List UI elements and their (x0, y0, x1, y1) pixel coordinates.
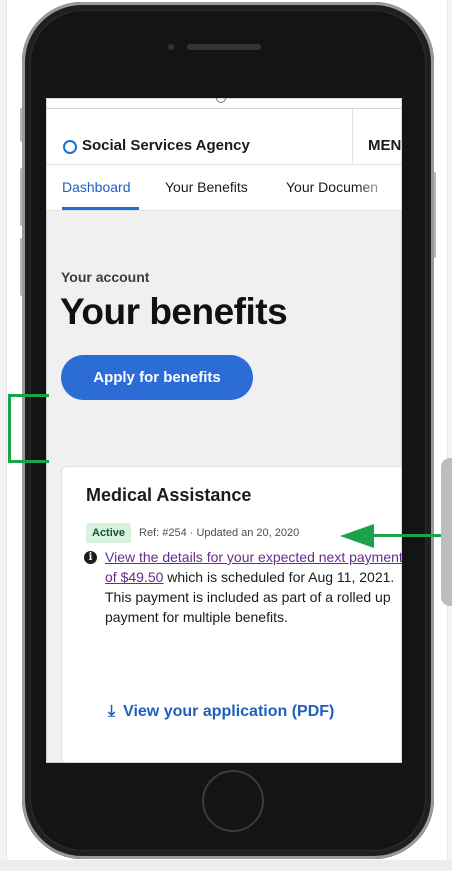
page-eyebrow: Your account (61, 269, 150, 285)
scrolled-header-sliver (46, 98, 402, 109)
front-camera (168, 44, 174, 50)
home-button[interactable] (202, 770, 264, 832)
benefit-meta: Ref: #254 · Updated an 20, 2020 (139, 527, 300, 539)
circle-logo-icon (63, 140, 77, 154)
main-content: Your account Your benefits Apply for ben… (46, 211, 402, 763)
download-icon: ⤓ (108, 703, 116, 720)
phone-screen: Social Services Agency MEN Dashboard You… (46, 98, 402, 763)
annotation-bracket (8, 394, 49, 463)
tabs-overflow-fade (356, 166, 402, 208)
status-badge: Active (86, 523, 132, 543)
annotation-arrow-icon (340, 524, 374, 548)
benefit-card: Medical Assistance Active Ref: #254 · Up… (61, 466, 402, 763)
tab-dashboard[interactable]: Dashboard (62, 179, 131, 195)
view-application-link[interactable]: ⤓ View your application (PDF) (108, 703, 334, 721)
page-title: Your benefits (60, 291, 288, 332)
active-tab-indicator (62, 207, 139, 210)
payment-info: View the details for your expected next … (105, 547, 402, 627)
agency-header: Social Services Agency MEN (46, 109, 402, 165)
bottom-strip (0, 860, 452, 871)
speaker-grille (187, 44, 261, 50)
header-divider (352, 109, 353, 164)
tab-your-benefits[interactable]: Your Benefits (165, 179, 248, 195)
view-application-label: View your application (PDF) (123, 703, 335, 720)
menu-button[interactable]: MEN (368, 137, 401, 154)
agency-name[interactable]: Social Services Agency (82, 137, 250, 154)
benefit-title: Medical Assistance (86, 485, 252, 505)
apply-for-benefits-button[interactable]: Apply for benefits (61, 355, 253, 400)
side-handle[interactable] (441, 458, 452, 606)
annotation-arrow-shaft (372, 534, 442, 537)
info-icon: i (84, 551, 97, 564)
nav-tabs: Dashboard Your Benefits Your Documen (46, 165, 402, 211)
